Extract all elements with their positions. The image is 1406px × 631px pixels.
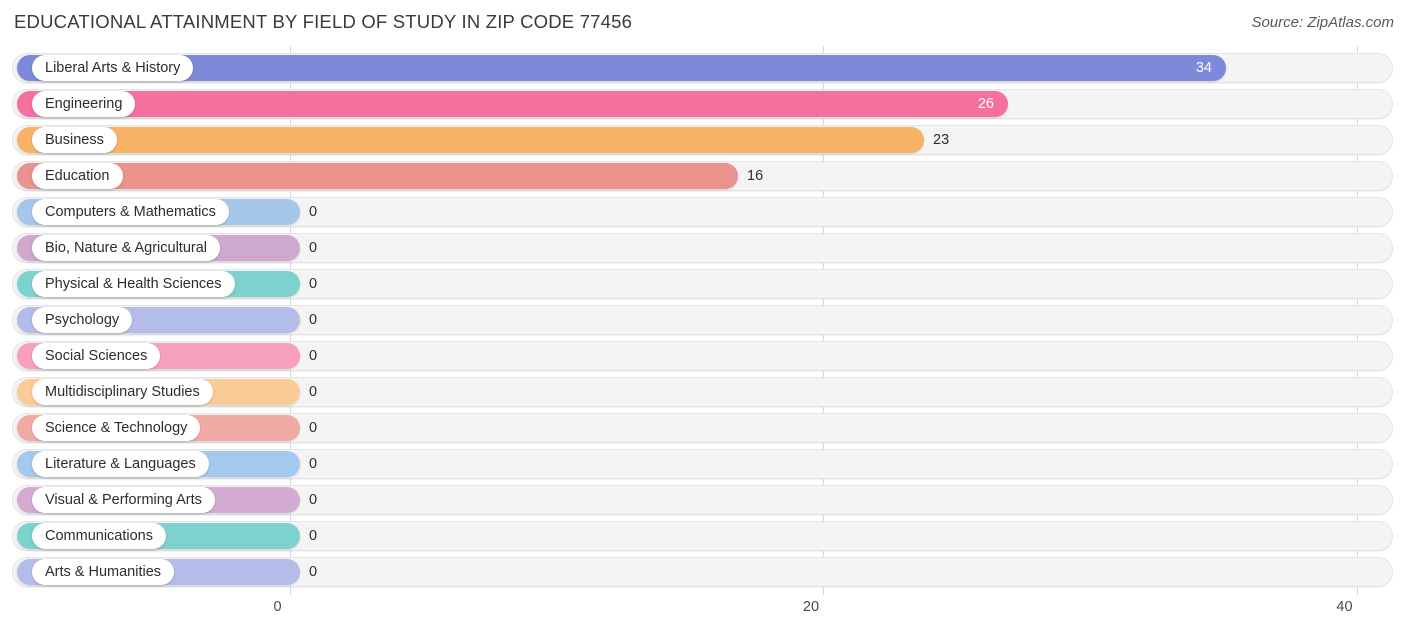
chart-row: Bio, Nature & Agricultural 0 xyxy=(0,230,1406,266)
bar-value-label: 0 xyxy=(309,383,318,400)
x-tick-label: 20 xyxy=(802,599,820,615)
x-axis: 0 20 40 xyxy=(0,595,1406,631)
bar-label-text: Science & Technology xyxy=(45,419,188,436)
x-tick-label: 40 xyxy=(1336,599,1353,615)
bar-label-text: Physical & Health Sciences xyxy=(45,275,222,292)
bar-value-label: 0 xyxy=(309,275,318,292)
bar-value-label: 16 xyxy=(747,167,764,184)
chart-row: Literature & Languages 0 xyxy=(0,446,1406,482)
bar-label-pill: Education xyxy=(32,163,123,189)
chart-row: Social Sciences 0 xyxy=(0,338,1406,374)
bar-label-pill: Computers & Mathematics xyxy=(32,199,229,225)
bar-label-text: Arts & Humanities xyxy=(45,563,162,580)
chart-row: Multidisciplinary Studies 0 xyxy=(0,374,1406,410)
bar[interactable] xyxy=(17,163,738,189)
bar-label-pill: Physical & Health Sciences xyxy=(32,271,235,297)
bar-value-label: 0 xyxy=(309,563,318,580)
bar-value-label: 0 xyxy=(309,419,318,436)
chart-row: Engineering 26 xyxy=(0,86,1406,122)
bar-label-pill: Communications xyxy=(32,523,166,549)
bar-label-text: Psychology xyxy=(45,311,120,328)
bar-label-text: Education xyxy=(45,167,110,184)
bar-label-pill: Social Sciences xyxy=(32,343,161,369)
bar-label-pill: Multidisciplinary Studies xyxy=(32,379,213,405)
chart-row: Psychology 0 xyxy=(0,302,1406,338)
bar-label-pill: Visual & Performing Arts xyxy=(32,487,215,513)
bar-label-text: Computers & Mathematics xyxy=(45,203,216,220)
bar-label-text: Literature & Languages xyxy=(45,455,196,472)
bar-label-pill: Psychology xyxy=(32,307,133,333)
bar-label-pill: Business xyxy=(32,127,117,153)
bar[interactable] xyxy=(17,127,924,153)
chart-plot-area: Liberal Arts & History 34 Engineering 26 Bus… xyxy=(0,46,1406,595)
bar-value-label: 0 xyxy=(309,455,318,472)
bar-value-label: 23 xyxy=(933,131,950,148)
bar-label-text: Business xyxy=(45,131,104,148)
bar-label-text: Bio, Nature & Agricultural xyxy=(45,239,207,256)
page-title: EDUCATIONAL ATTAINMENT BY FIELD OF STUDY… xyxy=(14,11,633,32)
bar-label-pill: Science & Technology xyxy=(32,415,201,441)
bar-label-pill: Arts & Humanities xyxy=(32,559,175,585)
bar-value-label: 34 xyxy=(1195,59,1212,76)
chart-row: Business 23 xyxy=(0,122,1406,158)
bar-value-label: 0 xyxy=(309,239,318,256)
source-attribution: Source: ZipAtlas.com xyxy=(1251,14,1394,31)
chart-row: Science & Technology 0 xyxy=(0,410,1406,446)
bar-label-text: Social Sciences xyxy=(45,347,148,364)
chart-row: Communications 0 xyxy=(0,518,1406,554)
chart-header: EDUCATIONAL ATTAINMENT BY FIELD OF STUDY… xyxy=(0,0,1406,46)
bar-value-label: 0 xyxy=(309,311,318,328)
bar-label-text: Visual & Performing Arts xyxy=(45,491,202,508)
bar-value-label: 0 xyxy=(309,347,318,364)
bar-value-label: 0 xyxy=(309,203,318,220)
chart-row: Computers & Mathematics 0 xyxy=(0,194,1406,230)
bar-label-text: Multidisciplinary Studies xyxy=(45,383,200,400)
chart-row: Education 16 xyxy=(0,158,1406,194)
bar-value-label: 26 xyxy=(977,95,994,112)
chart-row: Arts & Humanities 0 xyxy=(0,554,1406,590)
chart-row: Physical & Health Sciences 0 xyxy=(0,266,1406,302)
x-tick-label: 0 xyxy=(273,599,282,615)
chart-row: Liberal Arts & History 34 xyxy=(0,50,1406,86)
bar-value-label: 0 xyxy=(309,491,318,508)
bar-value-label: 0 xyxy=(309,527,318,544)
bar-label-pill: Literature & Languages xyxy=(32,451,209,477)
bar-label-pill: Bio, Nature & Agricultural xyxy=(32,235,220,261)
chart-row: Visual & Performing Arts 0 xyxy=(0,482,1406,518)
bar-label-text: Communications xyxy=(45,527,153,544)
